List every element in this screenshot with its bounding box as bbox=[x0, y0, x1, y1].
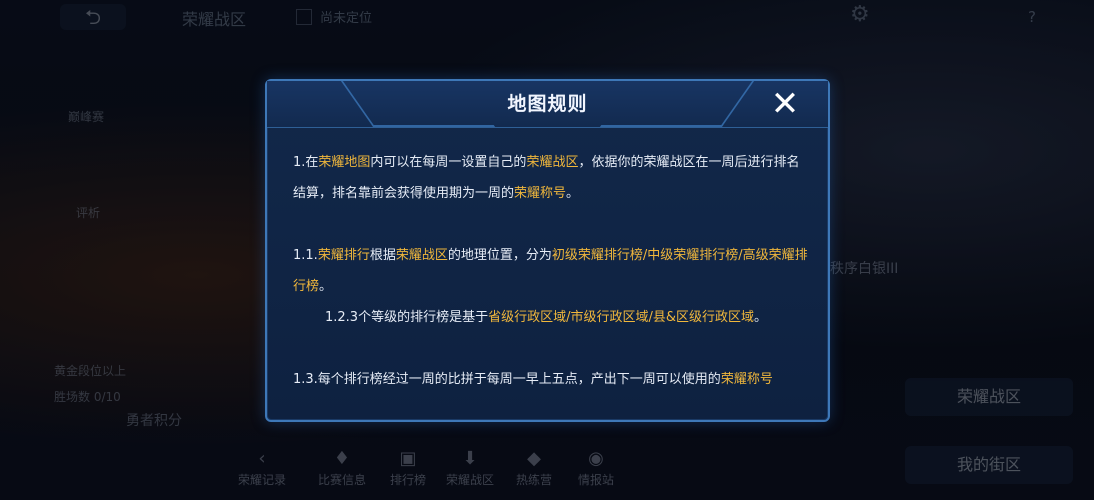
dialog-header: 地图规则 ✕ bbox=[267, 81, 828, 128]
rule-paragraph-4: 1.3.每个排行榜经过一周的比拼于每周一早上五点，产出下一周可以使用的荣耀称号 bbox=[293, 372, 773, 387]
dialog-body: 1.在荣耀地图内可以在每周一设置自己的荣耀战区，依据你的荣耀战区在一周后进行排名… bbox=[293, 147, 808, 395]
dialog-title: 地图规则 bbox=[507, 93, 588, 115]
rule-paragraph-3: 1.2.3个等级的排行榜是基于省级行政区域/市级行政区域/县&区级行政区域。 bbox=[325, 310, 767, 325]
rule-paragraph-2: 1.1.荣耀排行根据荣耀战区的地理位置，分为初级荣耀排行榜/中级荣耀排行榜/高级… bbox=[293, 248, 808, 294]
map-rules-dialog: 地图规则 ✕ 1.在荣耀地图内可以在每周一设置自己的荣耀战区，依据你的荣耀战区在… bbox=[265, 79, 830, 422]
close-icon[interactable]: ✕ bbox=[768, 87, 802, 121]
rule-paragraph-1: 1.在荣耀地图内可以在每周一设置自己的荣耀战区，依据你的荣耀战区在一周后进行排名… bbox=[293, 155, 800, 201]
